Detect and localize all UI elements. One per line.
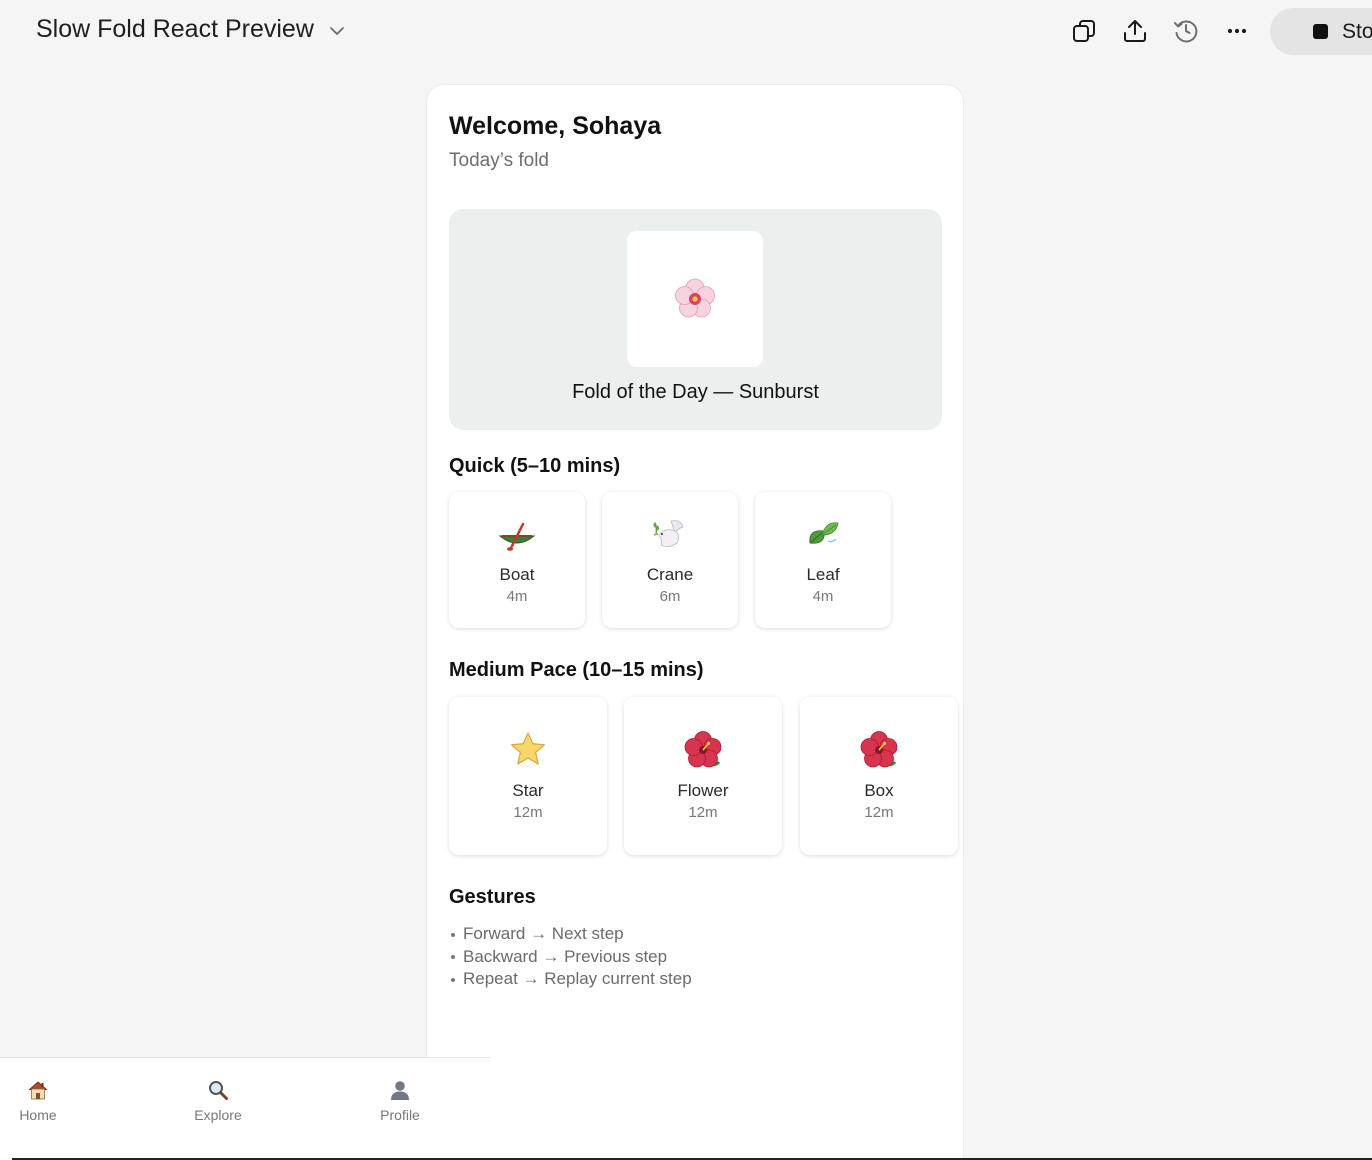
more-options-button[interactable] — [1220, 14, 1254, 48]
fold-card-flower[interactable]: Flower 12m — [624, 697, 782, 855]
hibiscus-icon — [684, 731, 722, 768]
project-title: Slow Fold React Preview — [36, 15, 314, 43]
stop-square-icon — [1313, 24, 1328, 39]
stop-label: Stop — [1342, 19, 1372, 43]
app-preview: Welcome, Sohaya Today’s fold Fold of the… — [426, 84, 964, 1160]
card-duration: 12m — [513, 804, 543, 821]
nav-label: Profile — [380, 1107, 420, 1123]
fold-card-boat[interactable]: Boat 4m — [449, 492, 585, 628]
history-button[interactable] — [1169, 14, 1203, 48]
bottom-navigation: Home Explore Profile — [0, 1057, 490, 1160]
more-icon — [1227, 28, 1247, 34]
fold-of-the-day-card[interactable]: Fold of the Day — Sunburst — [449, 209, 942, 430]
card-title: Box — [864, 781, 894, 800]
star-icon — [511, 732, 545, 765]
person-icon — [391, 1081, 409, 1100]
gesture-item: Repeat → Replay current step — [449, 968, 692, 991]
copy-button[interactable] — [1067, 14, 1101, 48]
chevron-down-icon — [330, 26, 344, 35]
house-icon — [28, 1081, 48, 1100]
history-icon — [1174, 20, 1198, 43]
bullet-icon — [451, 932, 455, 937]
medium-section-title: Medium Pace (10–15 mins) — [449, 659, 704, 681]
welcome-subtitle: Today’s fold — [449, 150, 549, 171]
gesture-item: Forward → Next step — [449, 923, 692, 946]
card-duration: 12m — [864, 804, 894, 821]
cherry-blossom-icon — [675, 278, 715, 318]
bullet-icon — [451, 955, 455, 960]
welcome-heading: Welcome, Sohaya — [449, 112, 662, 140]
hero-caption: Fold of the Day — Sunburst — [572, 381, 819, 403]
gesture-item: Backward → Previous step — [449, 946, 692, 969]
nav-item-explore[interactable]: Explore — [178, 1078, 258, 1123]
nav-label: Explore — [194, 1107, 242, 1123]
card-duration: 12m — [688, 804, 718, 821]
card-title: Crane — [646, 565, 694, 584]
fold-card-box[interactable]: Box 12m — [800, 697, 958, 855]
top-bar: Slow Fold React Preview Stop — [0, 0, 1372, 64]
fold-card-leaf[interactable]: Leaf 4m — [755, 492, 891, 628]
upload-icon — [1124, 20, 1146, 42]
dove-icon — [653, 520, 684, 547]
quick-section-title: Quick (5–10 mins) — [449, 455, 621, 477]
card-title: Leaf — [806, 565, 840, 584]
bullet-icon — [451, 977, 455, 982]
copy-icon — [1073, 20, 1095, 42]
card-title: Boat — [499, 565, 535, 584]
nav-item-home[interactable]: Home — [0, 1078, 78, 1123]
magnifier-icon — [209, 1081, 228, 1100]
gestures-section-title: Gestures — [449, 886, 536, 908]
fold-card-crane[interactable]: Crane 6m — [602, 492, 738, 628]
share-button[interactable] — [1118, 14, 1152, 48]
card-duration: 4m — [506, 588, 528, 605]
hibiscus-icon — [860, 731, 898, 768]
fold-card-star[interactable]: Star 12m — [449, 697, 607, 855]
leaf-icon — [809, 522, 839, 544]
card-duration: 4m — [812, 588, 834, 605]
card-title: Star — [512, 781, 544, 800]
hero-tile — [627, 231, 763, 367]
card-duration: 6m — [659, 588, 681, 605]
canoe-icon — [498, 522, 536, 551]
project-title-dropdown[interactable]: Slow Fold React Preview — [36, 15, 346, 44]
nav-item-profile[interactable]: Profile — [360, 1078, 440, 1123]
card-title: Flower — [677, 781, 729, 800]
nav-label: Home — [19, 1107, 57, 1123]
gestures-list: Forward → Next step Backward → Previous … — [449, 923, 692, 991]
stop-button[interactable]: Stop — [1270, 8, 1372, 55]
